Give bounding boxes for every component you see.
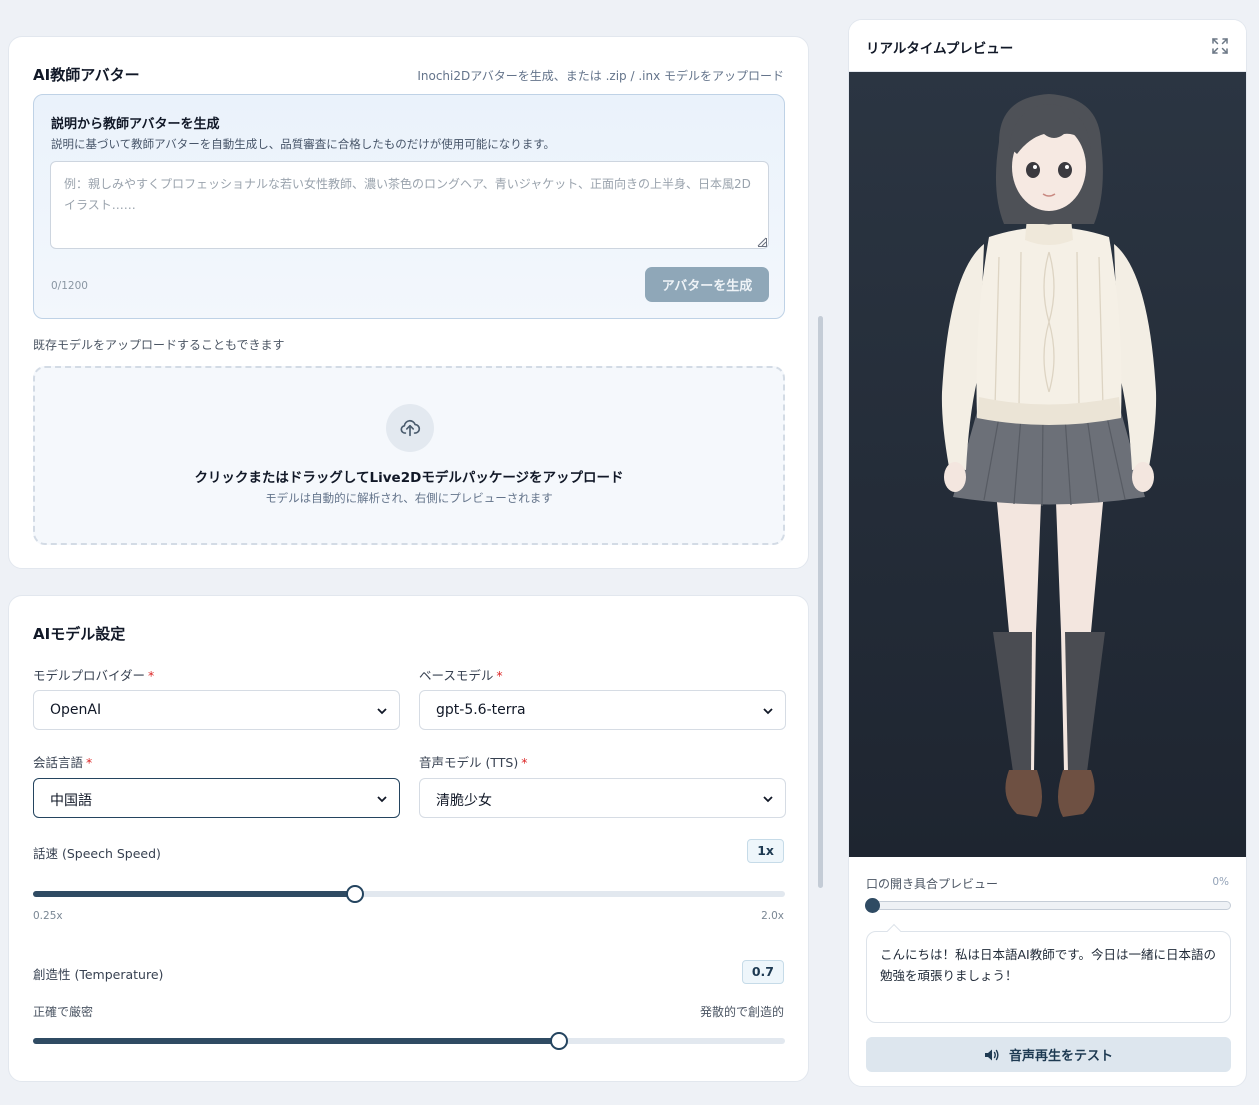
avatar-character-image [941,94,1157,817]
language-label: 会話言語 * [33,755,93,770]
generate-avatar-button[interactable]: アバターを生成 [645,267,769,302]
chevron-down-icon [377,796,387,803]
provider-select[interactable]: OpenAI [33,690,400,730]
temperature-badge: 0.7 [741,960,784,984]
scrollbar-thumb[interactable] [818,316,823,888]
char-count: 0/1200 [51,280,88,292]
model-upload-dropzone[interactable]: クリックまたはドラッグしてLive2Dモデルパッケージをアップロード モデルは自… [33,366,785,545]
avatar-card: AI教師アバター Inochi2Dアバターを生成、または .zip / .inx… [8,36,809,569]
upload-main-text: クリックまたはドラッグしてLive2Dモデルパッケージをアップロード [194,470,624,486]
speech-speed-thumb[interactable] [346,885,365,903]
temperature-left-label: 正確で厳密 [33,1005,94,1019]
avatar-preview-stage [849,72,1246,857]
test-audio-label: 音声再生をテスト [1008,1049,1113,1064]
mouth-open-value: 0% [1212,876,1229,888]
provider-label: モデルプロバイダー * [33,668,155,683]
preview-card: リアルタイムプレビュー 口の開き具合プレビュー 0% こんにちは！私は日本語AI… [848,19,1247,1087]
model-settings-title: AIモデル設定 [33,625,126,643]
speech-speed-fill [33,891,356,897]
expand-icon[interactable] [1211,37,1229,55]
temperature-label: 創造性 (Temperature) [33,967,164,982]
base-model-label: ベースモデル * [419,668,503,683]
base-model-select[interactable]: gpt-5.6-terra [419,690,786,730]
tts-select[interactable]: 清脆少女 [419,778,786,818]
chevron-down-icon [763,708,773,715]
avatar-card-title: AI教師アバター [33,66,140,84]
speech-speed-min-label: 0.25x [33,910,63,922]
mouth-open-meter [865,898,1231,913]
speech-speed-max-label: 2.0x [761,910,784,922]
speech-speed-label: 話速 (Speech Speed) [33,846,161,861]
speech-bubble-caret [886,923,902,939]
speaker-icon [984,1049,999,1060]
generate-description: 説明に基づいて教師アバターを自動生成し、品質審査に合格したものだけが使用可能にな… [51,137,556,151]
temperature-slider[interactable] [33,1032,785,1050]
temperature-right-label: 発散的で創造的 [699,1005,784,1019]
preview-title: リアルタイムプレビュー [866,41,1014,57]
mouth-open-indicator [865,898,880,913]
speech-text-box[interactable]: こんにちは！私は日本語AI教師です。今日は一緒に日本語の勉強を頑張りましょう！ [866,923,1231,1023]
temperature-fill [33,1038,560,1044]
upload-note: 既存モデルをアップロードすることもできます [33,338,285,352]
test-audio-button[interactable]: 音声再生をテスト [866,1037,1231,1072]
speech-speed-slider[interactable] [33,885,785,903]
provider-select-value: OpenAI [50,702,102,718]
avatar-card-hint: Inochi2Dアバターを生成、または .zip / .inx モデルをアップロ… [417,69,784,83]
speech-speed-badge: 1x [747,839,784,863]
tts-label: 音声モデル (TTS) * [419,755,528,770]
preview-header: リアルタイムプレビュー [849,20,1246,72]
temperature-thumb[interactable] [550,1032,569,1050]
resize-grip-icon[interactable] [757,237,767,247]
generate-title: 説明から教師アバターを生成 [51,117,220,132]
generate-panel: 説明から教師アバターを生成 説明に基づいて教師アバターを自動生成し、品質審査に合… [33,94,785,319]
model-settings-card: AIモデル設定 モデルプロバイダー * OpenAI ベースモデル * gpt-5.… [8,595,809,1082]
base-model-select-value: gpt-5.6-terra [436,702,526,718]
language-select-value: 中国語 [50,793,92,809]
mouth-open-label: 口の開き具合プレビュー [866,877,999,891]
language-select[interactable]: 中国語 [33,778,400,818]
chevron-down-icon [763,796,773,803]
avatar-description-input[interactable] [50,161,769,249]
tts-select-value: 清脆少女 [436,793,492,809]
upload-cloud-icon [386,404,434,452]
chevron-down-icon [377,708,387,715]
speech-text: こんにちは！私は日本語AI教師です。今日は一緒に日本語の勉強を頑張りましょう！ [880,947,1216,983]
upload-sub-text: モデルは自動的に解析され、右側にプレビューされます [265,491,553,505]
